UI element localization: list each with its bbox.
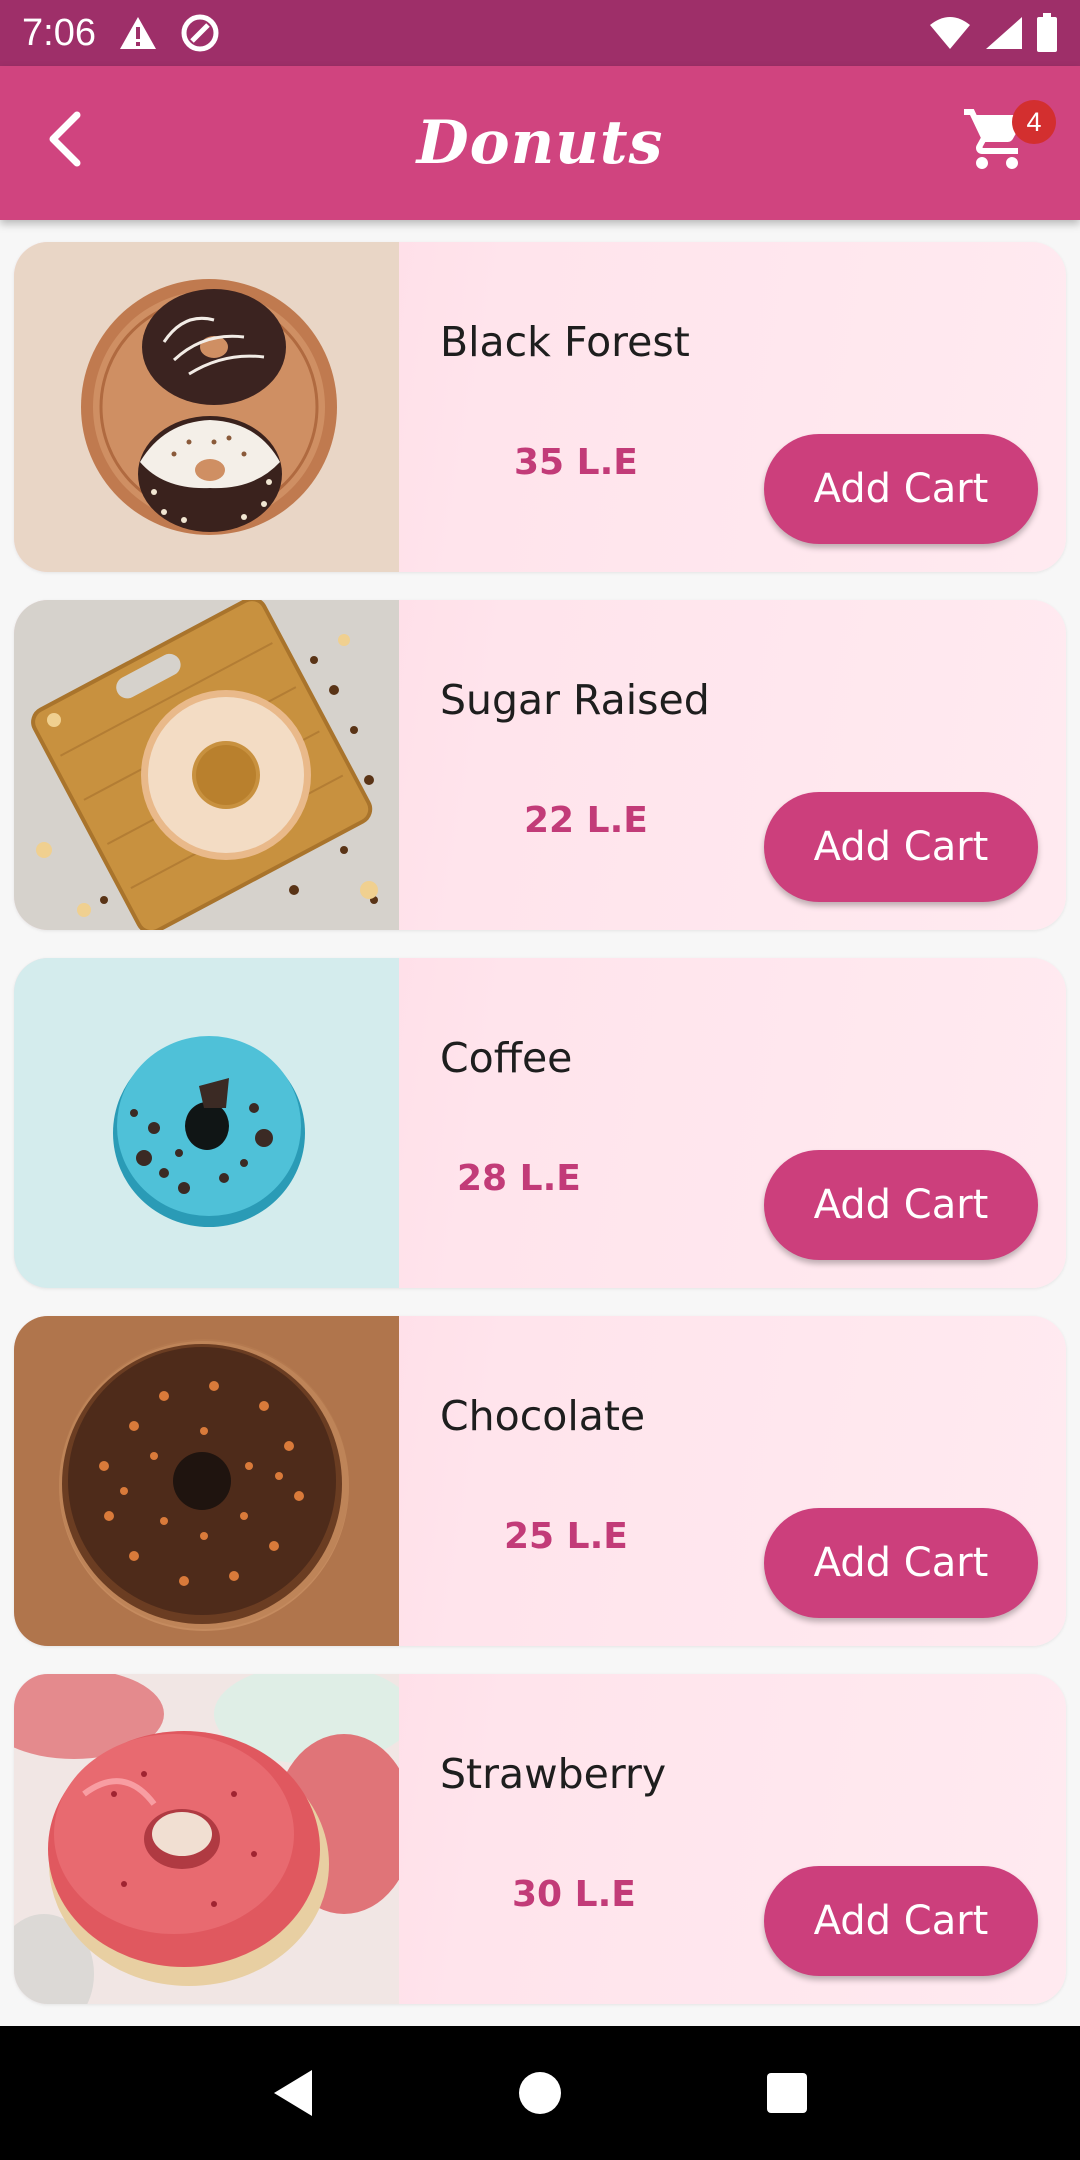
status-time: 7:06 <box>22 11 96 54</box>
home-circle-icon[interactable] <box>505 2058 575 2128</box>
product-name: Black Forest <box>440 318 690 366</box>
battery-icon <box>1036 13 1058 53</box>
add-cart-button[interactable]: Add Cart <box>764 792 1038 902</box>
recents-square-icon[interactable] <box>752 2058 822 2128</box>
cart-count-badge: 4 <box>1012 100 1056 144</box>
product-price: 30 L.E <box>512 1874 636 1915</box>
product-card: Coffee 28 L.E Add Cart <box>14 958 1066 1288</box>
page-title: Donuts <box>416 108 664 178</box>
product-image-coffee <box>14 958 399 1288</box>
product-name: Strawberry <box>440 1750 667 1798</box>
status-bar: 7:06 <box>0 0 1080 66</box>
product-name: Chocolate <box>440 1392 646 1440</box>
cart-button[interactable]: 4 <box>952 96 1056 186</box>
alert-triangle-icon <box>118 15 158 51</box>
signal-icon <box>984 15 1024 51</box>
product-image-black-forest <box>14 242 399 572</box>
product-image-chocolate <box>14 1316 399 1646</box>
product-price: 25 L.E <box>504 1516 628 1557</box>
product-name: Coffee <box>440 1034 573 1082</box>
product-image-sugar-raised <box>14 600 399 930</box>
product-price: 35 L.E <box>514 442 638 483</box>
product-price: 22 L.E <box>524 800 648 841</box>
app-bar: Donuts 4 <box>0 66 1080 220</box>
add-cart-button[interactable]: Add Cart <box>764 1866 1038 1976</box>
system-nav-bar <box>0 2026 1080 2160</box>
product-card: Black Forest 35 L.E Add Cart <box>14 242 1066 572</box>
product-price: 28 L.E <box>457 1158 581 1199</box>
product-name: Sugar Raised <box>440 676 710 724</box>
product-card: Chocolate 25 L.E Add Cart <box>14 1316 1066 1646</box>
product-card: Strawberry 30 L.E Add Cart <box>14 1674 1066 2004</box>
product-card: Sugar Raised 22 L.E Add Cart <box>14 600 1066 930</box>
back-triangle-icon[interactable] <box>258 2058 328 2128</box>
at-sign-icon <box>180 13 220 53</box>
wifi-icon <box>928 15 972 51</box>
add-cart-button[interactable]: Add Cart <box>764 434 1038 544</box>
product-image-strawberry <box>14 1674 399 2004</box>
add-cart-button[interactable]: Add Cart <box>764 1508 1038 1618</box>
add-cart-button[interactable]: Add Cart <box>764 1150 1038 1260</box>
product-list: Black Forest 35 L.E Add Cart Sugar Raise… <box>0 242 1080 2032</box>
